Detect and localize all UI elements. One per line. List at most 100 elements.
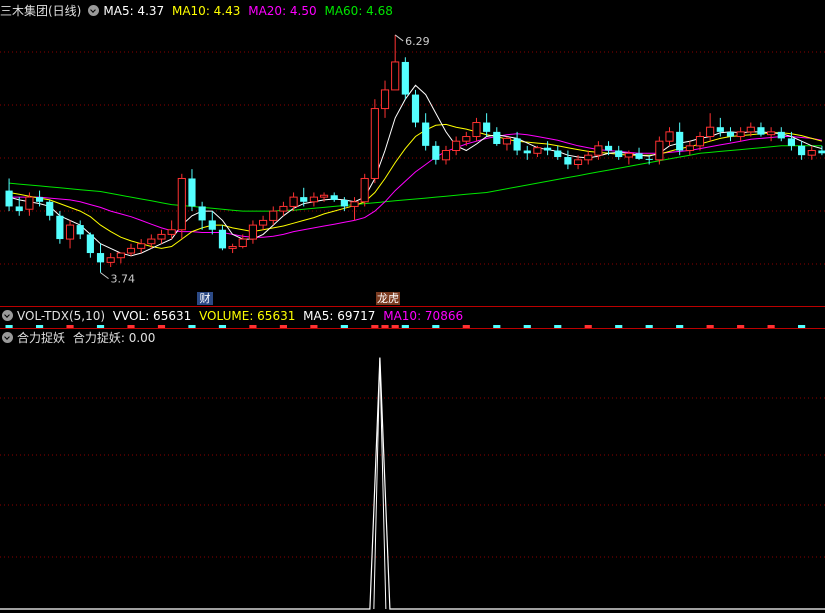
candle-body	[544, 147, 552, 151]
candle-body	[645, 158, 653, 160]
candle-body	[655, 140, 664, 161]
candle-body	[502, 137, 512, 145]
candle-body	[279, 205, 288, 212]
candle-body	[767, 131, 776, 136]
candle-body	[360, 177, 369, 203]
candle-body	[35, 197, 44, 202]
candle-body	[56, 215, 64, 240]
ma60-line	[9, 145, 822, 212]
candle-body	[391, 61, 400, 91]
candle-body	[401, 61, 409, 95]
candle-body	[238, 238, 247, 248]
candle-body	[523, 150, 531, 154]
candle-body	[635, 153, 643, 159]
volume-panel-header: VOL-TDX(5,10) VVOL: 65631 VOLUME: 65631 …	[0, 308, 467, 324]
divider-main-vol	[0, 306, 825, 307]
candle-body	[116, 252, 125, 259]
chevron-down-icon[interactable]	[2, 310, 13, 321]
finance-marker[interactable]: 财	[197, 292, 213, 305]
candle-body	[685, 145, 694, 152]
candle-body	[137, 243, 146, 249]
candle-body	[432, 145, 440, 160]
candle-body	[513, 138, 521, 151]
candle-body	[624, 152, 633, 158]
candle-body	[757, 127, 765, 135]
candle-body	[157, 233, 166, 240]
vol-title: VOL-TDX(5,10)	[17, 309, 106, 323]
candle-body	[248, 224, 258, 240]
candle-body	[564, 157, 572, 165]
candle-body	[818, 150, 825, 154]
indicator-panel-header: 合力捉妖 合力捉妖: 0.00	[0, 330, 159, 346]
candle-body	[208, 220, 216, 230]
candle-body	[726, 131, 735, 137]
candle-body	[573, 159, 583, 165]
max-price-label: 6.29	[405, 35, 430, 48]
candle-body	[218, 229, 227, 249]
candle-body	[228, 246, 237, 249]
candle-body	[126, 247, 136, 254]
candle-body	[706, 126, 715, 138]
candle-body	[787, 138, 796, 146]
candle-body	[259, 219, 268, 226]
candles	[5, 34, 825, 273]
candle-body	[370, 108, 379, 179]
candle-body	[147, 238, 156, 245]
candle-body	[319, 194, 329, 198]
candle-body	[25, 196, 34, 210]
candle-body	[65, 224, 75, 240]
candle-body	[695, 136, 705, 147]
candle-body	[15, 206, 23, 212]
min-leader	[100, 272, 109, 280]
indicator-spike-inner	[373, 357, 387, 610]
indicator-value: 合力捉妖: 0.00	[72, 331, 156, 345]
candle-body	[807, 150, 816, 156]
indicator-title: 合力捉妖	[17, 331, 66, 345]
candle-body	[441, 150, 451, 161]
candle-body	[198, 206, 206, 221]
candle-body	[411, 94, 420, 123]
longhu-marker[interactable]: 龙虎	[376, 292, 400, 305]
candle-body	[177, 177, 186, 231]
candle-body	[472, 122, 481, 138]
divider-vol-ind	[0, 328, 825, 329]
candle-body	[350, 201, 359, 207]
candle-body	[716, 127, 724, 132]
candle-body	[798, 145, 806, 156]
candle-body	[96, 253, 105, 263]
candle-body	[289, 196, 298, 207]
candle-body	[736, 131, 745, 138]
candle-body	[76, 225, 84, 235]
candle-body	[167, 229, 176, 235]
candle-body	[594, 145, 603, 156]
indicator-line	[0, 357, 825, 610]
candle-body	[188, 178, 196, 207]
candle-body	[380, 89, 390, 110]
candle-body	[462, 136, 471, 142]
candle-body	[106, 257, 115, 263]
vol-ma10-value: MA10: 70866	[383, 309, 464, 323]
grid-lines	[0, 51, 825, 558]
candle-body	[422, 122, 430, 146]
candle-body	[533, 147, 542, 154]
max-leader	[394, 34, 404, 42]
candle-body	[493, 131, 501, 144]
candle-body	[300, 197, 308, 202]
candle-body	[604, 145, 613, 151]
candle-body	[5, 190, 13, 207]
candle-body	[584, 154, 593, 161]
vvol-value: VVOL: 65631	[112, 309, 192, 323]
candle-body	[483, 122, 491, 132]
candle-body	[554, 150, 562, 158]
candle-body	[665, 131, 674, 142]
candle-body	[452, 140, 461, 152]
candle-body	[46, 201, 54, 216]
candle-body	[330, 195, 338, 200]
indicator-series	[0, 357, 825, 610]
candle-body	[615, 150, 623, 158]
candle-body	[746, 126, 755, 133]
price-labels: 6.29 3.74	[100, 34, 430, 286]
candle-body	[777, 131, 785, 139]
chevron-down-icon[interactable]	[2, 332, 13, 343]
min-price-label: 3.74	[111, 273, 136, 286]
